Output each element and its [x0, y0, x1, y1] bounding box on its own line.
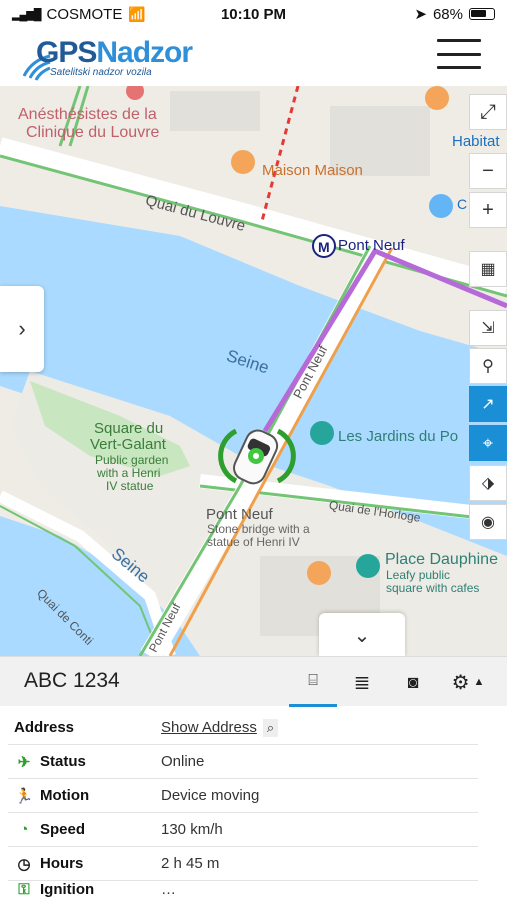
- info-value: Show Address ⌕: [161, 718, 279, 737]
- info-row-motion: 🏃 Motion Device moving: [8, 779, 478, 813]
- chart-line-icon: ↗: [481, 396, 495, 413]
- crosshair-icon: ⌖: [482, 432, 494, 453]
- battery-label: 68%: [432, 5, 463, 23]
- visibility-button[interactable]: ◉: [469, 504, 507, 540]
- plus-icon: +: [482, 198, 494, 221]
- tag-icon: ⬗: [481, 475, 495, 492]
- app-header: GPSNadzor Satelitski nadzor vozila: [0, 28, 507, 86]
- info-row-address: Address Show Address ⌕: [8, 711, 478, 745]
- list-icon: ≣: [353, 671, 371, 694]
- poi-jardins: [310, 421, 334, 445]
- map-label-anesthesistes: Anésthésistes de la: [18, 106, 157, 123]
- map-view[interactable]: M Anésthésistes de la Clinique du Louvre…: [0, 86, 507, 656]
- svg-text:M: M: [318, 239, 330, 255]
- map-label-square: Square du: [94, 420, 164, 437]
- tab-device[interactable]: ⌸: [289, 657, 337, 707]
- location-arrow-icon: ➤: [414, 6, 427, 23]
- status-bar: ▂▄▆█ COSMOTE 📶 10:10 PM ➤ 68%: [0, 0, 507, 28]
- zoom-in-button[interactable]: +: [469, 192, 507, 228]
- expand-sidebar-button[interactable]: ›: [0, 286, 44, 372]
- zoom-out-button[interactable]: −: [469, 153, 507, 189]
- hamburger-icon[interactable]: [437, 39, 481, 69]
- vehicle-name: ABC 1234: [24, 669, 120, 692]
- show-address-link[interactable]: Show Address: [161, 719, 257, 736]
- map-label-with-henri: with a Henri: [97, 466, 161, 480]
- info-value: …: [161, 881, 176, 898]
- caret-up-icon: ▲: [473, 676, 485, 688]
- map-label-iv-statue: IV statue: [106, 479, 154, 493]
- poi-restaurant: [307, 561, 331, 585]
- status-left: ▂▄▆█ COSMOTE 📶: [12, 6, 146, 23]
- route-icon: ⇲: [481, 320, 495, 337]
- info-value: Device moving: [161, 787, 260, 804]
- map-label-pont-neuf-metro: Pont Neuf: [338, 237, 405, 254]
- map-label-maison: Maison Maison: [262, 162, 363, 179]
- vehicle-info-table: Address Show Address ⌕ ✈ Status Online 🏃 M…: [8, 711, 478, 901]
- map-label-c: C: [457, 196, 468, 212]
- carrier-label: COSMOTE: [46, 5, 123, 23]
- info-row-hours: ◷ Hours 2 h 45 m: [8, 847, 478, 881]
- logo-text: GPSNadzor: [36, 36, 193, 70]
- tab-list[interactable]: ≣: [338, 657, 386, 707]
- gear-icon: ⚙: [451, 671, 470, 694]
- info-value: 2 h 45 m: [161, 855, 220, 872]
- map-icon: ▦: [480, 261, 496, 278]
- speedometer-icon: ◔: [19, 821, 29, 838]
- running-icon: 🏃: [14, 787, 34, 805]
- info-row-speed: ◔ Speed 130 km/h: [8, 813, 478, 847]
- minus-icon: −: [482, 159, 494, 182]
- poi-shop: [429, 194, 453, 218]
- labels-button[interactable]: ⬗: [469, 465, 507, 501]
- info-value: 130 km/h: [161, 821, 223, 838]
- info-row-ignition: ⚿ Ignition …: [8, 881, 478, 901]
- map-label-pont-neuf-poi: Pont Neuf: [206, 506, 273, 523]
- map-layers-button[interactable]: ▦: [469, 251, 507, 287]
- camera-icon: ◙: [407, 671, 419, 692]
- map-label-clinique: Clinique du Louvre: [26, 124, 160, 141]
- satellite-icon: ✈: [17, 753, 31, 771]
- poi-restaurant-top: [425, 86, 449, 110]
- signal-icon: ▂▄▆█: [12, 8, 41, 21]
- map-label-public-garden: Public garden: [95, 453, 169, 467]
- follow-vehicle-button[interactable]: ⌖: [469, 425, 507, 461]
- status-right: ➤ 68%: [414, 5, 495, 23]
- ignition-icon: ⚿: [18, 881, 30, 898]
- poi-button[interactable]: ⚲: [469, 348, 507, 384]
- map-label-leafy: Leafy public: [386, 568, 451, 582]
- logo-tagline: Satelitski nadzor vozila: [50, 67, 152, 78]
- gps-nadzor-logo[interactable]: GPSNadzor Satelitski nadzor vozila: [22, 36, 232, 81]
- eye-icon: ◉: [481, 514, 495, 531]
- info-key: Address: [14, 719, 75, 736]
- router-icon: ⌸: [308, 671, 318, 689]
- chevron-down-icon: ⌄: [353, 624, 371, 647]
- map-label-statue-henri: statue of Henri IV: [207, 535, 300, 549]
- map-label-jardins: Les Jardins du Po: [338, 428, 459, 445]
- chevron-right-icon: ›: [18, 316, 26, 341]
- vehicle-panel-header: ABC 1234 ⌸ ≣ ◙ ⚙ ▲: [0, 656, 507, 707]
- poi-place-dauphine: [356, 554, 380, 578]
- collapse-panel-button[interactable]: ⌄: [319, 613, 405, 656]
- map-label-habitat: Habitat: [452, 133, 500, 150]
- clock-icon: ◷: [17, 855, 31, 873]
- info-value: Online: [161, 753, 205, 770]
- logo-gps: GPS: [36, 36, 97, 69]
- route-button[interactable]: ⇲: [469, 310, 507, 346]
- tab-camera[interactable]: ◙: [389, 657, 437, 707]
- poi-maison-maison: [231, 150, 255, 174]
- map-label-place-dauphine: Place Dauphine: [385, 551, 498, 568]
- map-search-icon[interactable]: ⌕: [262, 718, 279, 737]
- map-label-square-cafes: square with cafes: [386, 581, 480, 595]
- fullscreen-button[interactable]: ⤢: [469, 94, 507, 130]
- wifi-icon: 📶: [128, 5, 146, 22]
- info-row-status: ✈ Status Online: [8, 745, 478, 779]
- battery-icon: [469, 8, 495, 20]
- tab-settings[interactable]: ⚙ ▲: [440, 657, 496, 707]
- logo-nadzor: Nadzor: [96, 36, 193, 69]
- map-pin-icon: ⚲: [482, 358, 494, 375]
- map-label-stone-bridge: Stone bridge with a: [207, 522, 310, 536]
- fullscreen-icon: ⤢: [480, 100, 496, 123]
- map-label-vert-galant: Vert-Galant: [90, 436, 166, 453]
- history-button[interactable]: ↗: [469, 386, 507, 422]
